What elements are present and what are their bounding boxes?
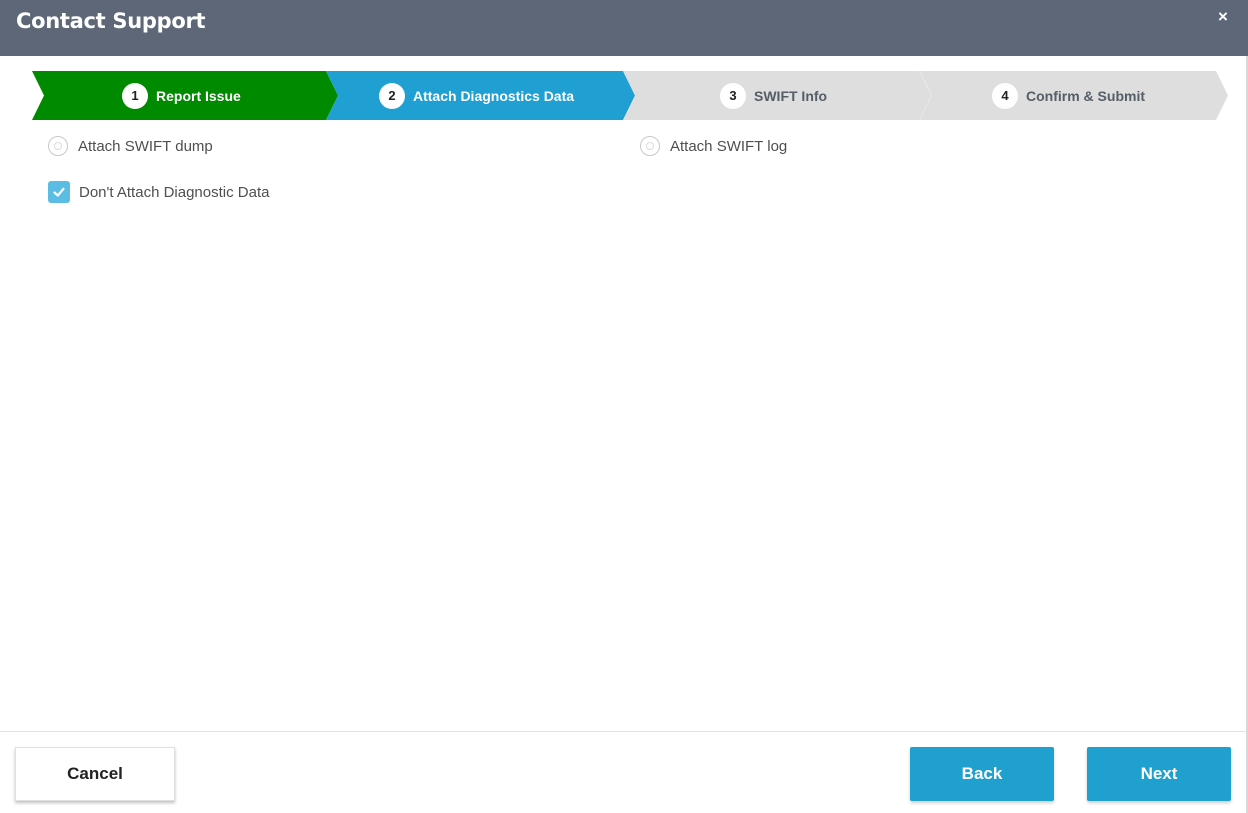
attach-swift-log-label: Attach SWIFT log <box>670 137 788 155</box>
cancel-button[interactable]: Cancel <box>15 747 175 801</box>
checkmark-icon <box>53 187 65 197</box>
dont-attach-label: Don't Attach Diagnostic Data <box>79 183 270 201</box>
step-number-badge: 2 <box>379 82 405 109</box>
dont-attach-checkbox[interactable] <box>48 181 70 203</box>
step-number-badge: 1 <box>122 82 148 109</box>
step-number-badge: 4 <box>992 82 1018 109</box>
wizard-step-4[interactable]: 4 Confirm & Submit <box>992 71 1145 120</box>
step-label: Report Issue <box>156 87 241 104</box>
step-label: Confirm & Submit <box>1026 87 1145 104</box>
dialog-title: Contact Support <box>16 9 206 33</box>
attach-swift-dump-label: Attach SWIFT dump <box>78 137 213 155</box>
attach-swift-dump-radio[interactable] <box>48 136 68 156</box>
next-button[interactable]: Next <box>1087 747 1231 801</box>
step-label: SWIFT Info <box>754 87 828 104</box>
step-label: Attach Diagnostics Data <box>413 87 575 104</box>
wizard-step-1[interactable]: 1 Report Issue <box>122 71 241 120</box>
close-icon[interactable]: × <box>1215 8 1231 25</box>
step-number-badge: 3 <box>720 82 746 109</box>
dont-attach-option[interactable]: Don't Attach Diagnostic Data <box>48 181 269 203</box>
footer-divider <box>0 731 1246 732</box>
attach-swift-log-radio[interactable] <box>640 136 660 156</box>
wizard-progress: 1 Report Issue 2 Attach Diagnostics Data… <box>32 71 1228 120</box>
wizard-step-3[interactable]: 3 SWIFT Info <box>720 71 827 120</box>
attach-swift-dump-option[interactable]: Attach SWIFT dump <box>48 136 213 156</box>
wizard-step-2[interactable]: 2 Attach Diagnostics Data <box>379 71 574 120</box>
back-button[interactable]: Back <box>910 747 1054 801</box>
dialog-header: Contact Support × <box>0 0 1248 56</box>
attach-swift-log-option[interactable]: Attach SWIFT log <box>640 136 787 156</box>
